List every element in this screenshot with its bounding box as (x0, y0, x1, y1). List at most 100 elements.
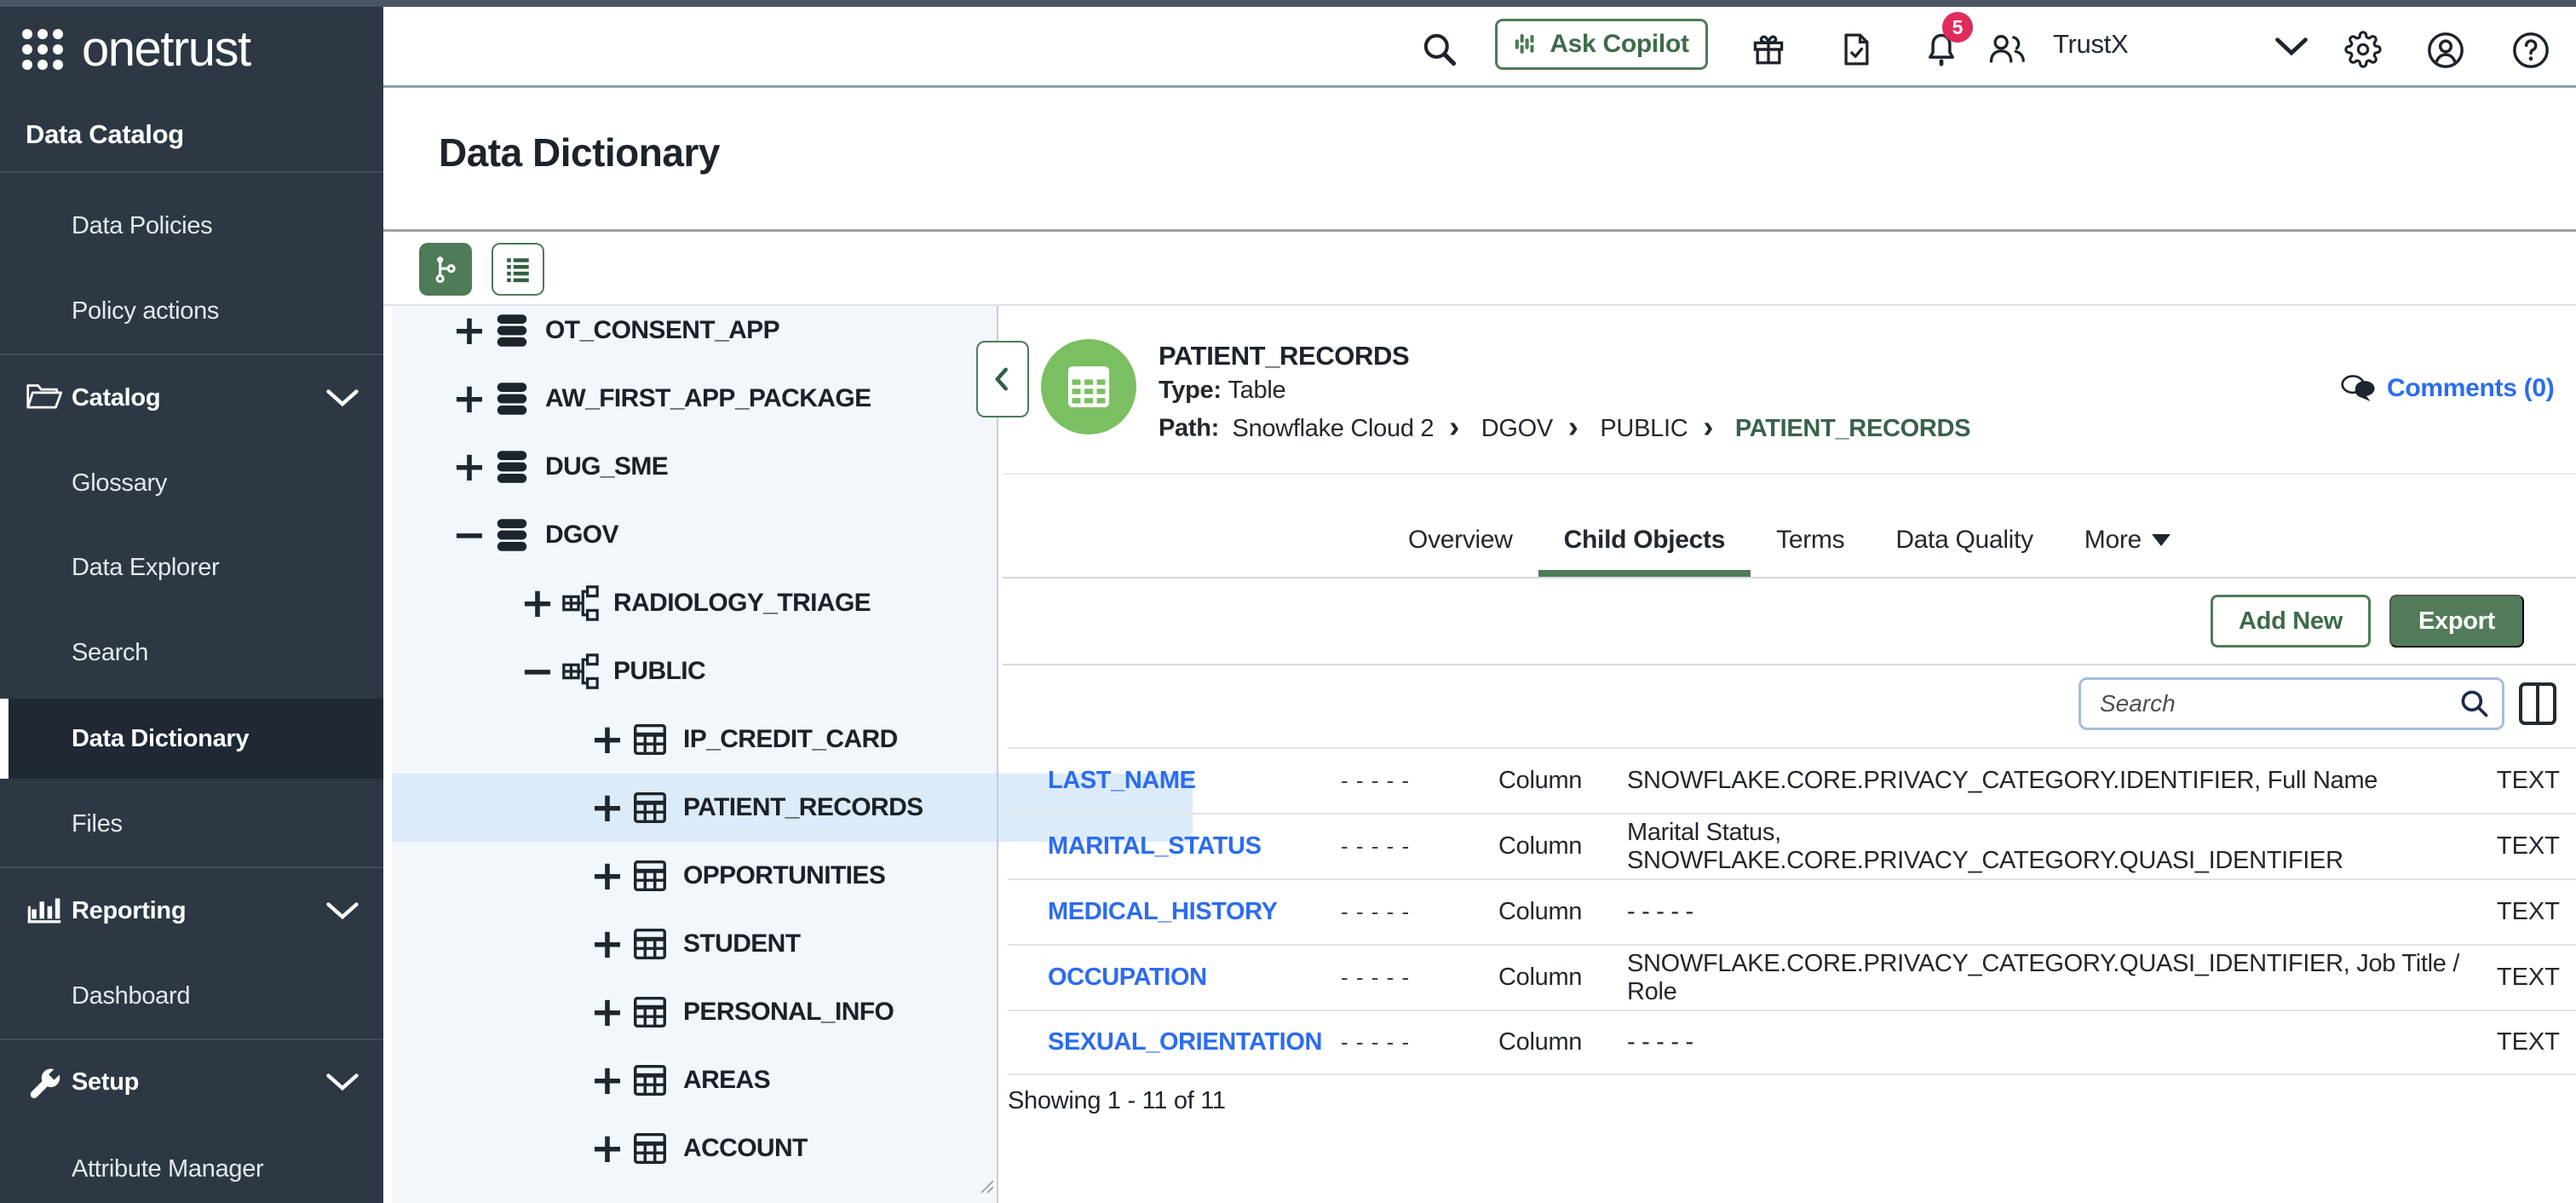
sidebar: onetrust Data Catalog Data Policies Poli… (0, 7, 383, 1203)
tree-item-label: PATIENT_RECORDS (683, 793, 923, 822)
people-icon[interactable] (1987, 31, 2027, 68)
expand-icon[interactable]: + (450, 311, 489, 350)
wrench-icon (26, 1065, 63, 1099)
chevron-down-icon[interactable] (324, 1071, 361, 1093)
breadcrumb-item[interactable]: DGOV (1481, 411, 1594, 446)
column-settings-button[interactable] (2519, 682, 2556, 725)
row-type: Column (1498, 898, 1627, 926)
expand-icon[interactable]: + (588, 1129, 627, 1168)
resize-handle[interactable] (980, 1179, 995, 1194)
tab-child-objects[interactable]: Child Objects (1538, 503, 1751, 577)
onetrust-logo[interactable]: onetrust (22, 19, 250, 80)
sidebar-item-data-policies[interactable]: Data Policies (0, 192, 383, 260)
sidebar-item-catalog[interactable]: Catalog (0, 364, 383, 432)
tree-item-radiology-triage[interactable]: + RADIOLOGY_TRIAGE (392, 569, 1123, 637)
tree-item-label: IP_CREDIT_CARD (683, 725, 898, 754)
help-icon[interactable] (2511, 31, 2550, 68)
collapse-icon[interactable]: − (450, 515, 489, 555)
app-grid-icon[interactable] (22, 29, 63, 70)
column-name-link[interactable]: LAST_NAME (1048, 767, 1341, 795)
expand-icon[interactable]: + (588, 856, 627, 895)
ask-copilot-button[interactable]: Ask Copilot (1495, 19, 1708, 70)
chevron-down-icon[interactable] (324, 387, 361, 409)
tree-item-dgov[interactable]: − DGOV (392, 501, 1055, 569)
sidebar-item-label: Glossary (72, 469, 167, 498)
tab-data-quality[interactable]: Data Quality (1870, 503, 2058, 577)
tree-item-dug-sme[interactable]: + DUG_SME (392, 433, 1055, 501)
expand-icon[interactable]: + (588, 788, 627, 827)
caret-down-icon (2152, 534, 2171, 546)
sidebar-item-setup[interactable]: Setup (0, 1048, 383, 1116)
sidebar-item-label: Policy actions (72, 297, 219, 325)
search-icon[interactable] (1421, 31, 1458, 68)
table-icon (630, 856, 670, 895)
search-input[interactable] (2079, 677, 2504, 730)
gear-icon[interactable] (2344, 31, 2382, 68)
sidebar-item-label: Setup (72, 1068, 139, 1097)
sidebar-item-policy-actions[interactable]: Policy actions (0, 277, 383, 345)
sidebar-item-glossary[interactable]: Glossary (0, 449, 383, 517)
sidebar-item-data-explorer[interactable]: Data Explorer (0, 533, 383, 602)
row-attributes: - - - - - (1341, 833, 1498, 860)
row-type: Column (1498, 832, 1627, 861)
breadcrumb-item[interactable]: PUBLIC (1600, 411, 1728, 446)
tree-item-account[interactable]: + ACCOUNT (392, 1114, 1193, 1183)
expand-icon[interactable]: + (450, 447, 489, 486)
page-title: Data Dictionary (439, 130, 720, 176)
table-row[interactable]: MARITAL_STATUS - - - - - Column Marital … (1008, 813, 2576, 878)
collapse-icon[interactable]: − (518, 652, 557, 691)
add-new-button[interactable]: Add New (2211, 595, 2371, 648)
tree-item-label: OPPORTUNITIES (683, 861, 885, 890)
sidebar-item-files[interactable]: Files (0, 790, 383, 858)
path-label: Path: (1159, 415, 1219, 442)
comments-link[interactable]: Comments (0) (2339, 373, 2554, 404)
tree-item-aw-first-app-package[interactable]: + AW_FIRST_APP_PACKAGE (392, 365, 1055, 433)
sidebar-item-reporting[interactable]: Reporting (0, 877, 383, 945)
expand-icon[interactable]: + (588, 1061, 627, 1100)
tab-more-label: More (2084, 526, 2142, 555)
expand-icon[interactable]: + (518, 584, 557, 623)
tree-item-label: PERSONAL_INFO (683, 998, 894, 1027)
panel-divider[interactable] (997, 306, 998, 1203)
tree-item-label: PUBLIC (613, 657, 705, 686)
chevron-down-icon[interactable] (2273, 36, 2310, 61)
tab-more[interactable]: More (2059, 503, 2196, 577)
chevron-down-icon[interactable] (324, 900, 361, 922)
account-icon[interactable] (2426, 31, 2465, 68)
sidebar-item-label: Data Explorer (72, 554, 219, 582)
org-name-label[interactable]: TrustX (2053, 29, 2128, 60)
column-name-link[interactable]: OCCUPATION (1048, 964, 1341, 992)
sidebar-item-attribute-manager[interactable]: Attribute Manager (0, 1135, 383, 1203)
row-datatype: TEXT (2466, 964, 2560, 992)
tree-item-ot-consent-app[interactable]: + OT_CONSENT_APP (392, 296, 1055, 365)
sidebar-item-data-dictionary[interactable]: Data Dictionary (0, 699, 383, 779)
table-row[interactable]: MEDICAL_HISTORY - - - - - Column - - - -… (1008, 878, 2576, 944)
column-name-link[interactable]: MARITAL_STATUS (1048, 832, 1341, 861)
gift-icon[interactable] (1750, 31, 1787, 68)
collapse-tree-button[interactable] (976, 341, 1029, 417)
breadcrumb-item[interactable]: Snowflake Cloud 2 (1233, 411, 1475, 446)
column-name-link[interactable]: SEXUAL_ORIENTATION (1048, 1028, 1341, 1056)
notification-badge[interactable]: 5 (1942, 12, 1973, 43)
expand-icon[interactable]: + (450, 379, 489, 418)
document-check-icon[interactable] (1837, 31, 1875, 68)
search-icon[interactable] (2458, 688, 2491, 720)
tree-item-label: ACCOUNT (683, 1134, 808, 1163)
tree-view-toggle-button[interactable] (419, 243, 472, 296)
row-description: - - - - - (1627, 1028, 2466, 1056)
sidebar-item-dashboard[interactable]: Dashboard (0, 962, 383, 1030)
expand-icon[interactable]: + (588, 993, 627, 1032)
tree-item-public[interactable]: − PUBLIC (392, 637, 1123, 705)
tab-terms[interactable]: Terms (1751, 503, 1870, 577)
table-row[interactable]: OCCUPATION - - - - - Column SNOWFLAKE.CO… (1008, 944, 2576, 1010)
export-button[interactable]: Export (2389, 595, 2524, 648)
column-name-link[interactable]: MEDICAL_HISTORY (1048, 898, 1341, 926)
expand-icon[interactable]: + (588, 720, 627, 759)
sidebar-item-search[interactable]: Search (0, 619, 383, 687)
table-row[interactable]: LAST_NAME - - - - - Column SNOWFLAKE.COR… (1008, 747, 2576, 813)
expand-icon[interactable]: + (588, 924, 627, 964)
list-view-toggle-button[interactable] (492, 243, 544, 296)
tab-overview[interactable]: Overview (1383, 503, 1538, 577)
database-icon (492, 311, 532, 350)
table-row[interactable]: SEXUAL_ORIENTATION - - - - - Column - - … (1008, 1010, 2576, 1075)
